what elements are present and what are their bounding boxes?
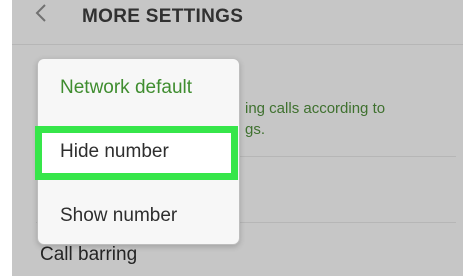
menu-item-network-default[interactable]: Network default [60, 77, 261, 99]
menu-item-show-number[interactable]: Show number [60, 205, 261, 227]
menu-item-hide-number[interactable]: Hide number [60, 141, 169, 163]
screenshot-root: MORE SETTINGS ing calls according to gs.… [0, 0, 463, 276]
